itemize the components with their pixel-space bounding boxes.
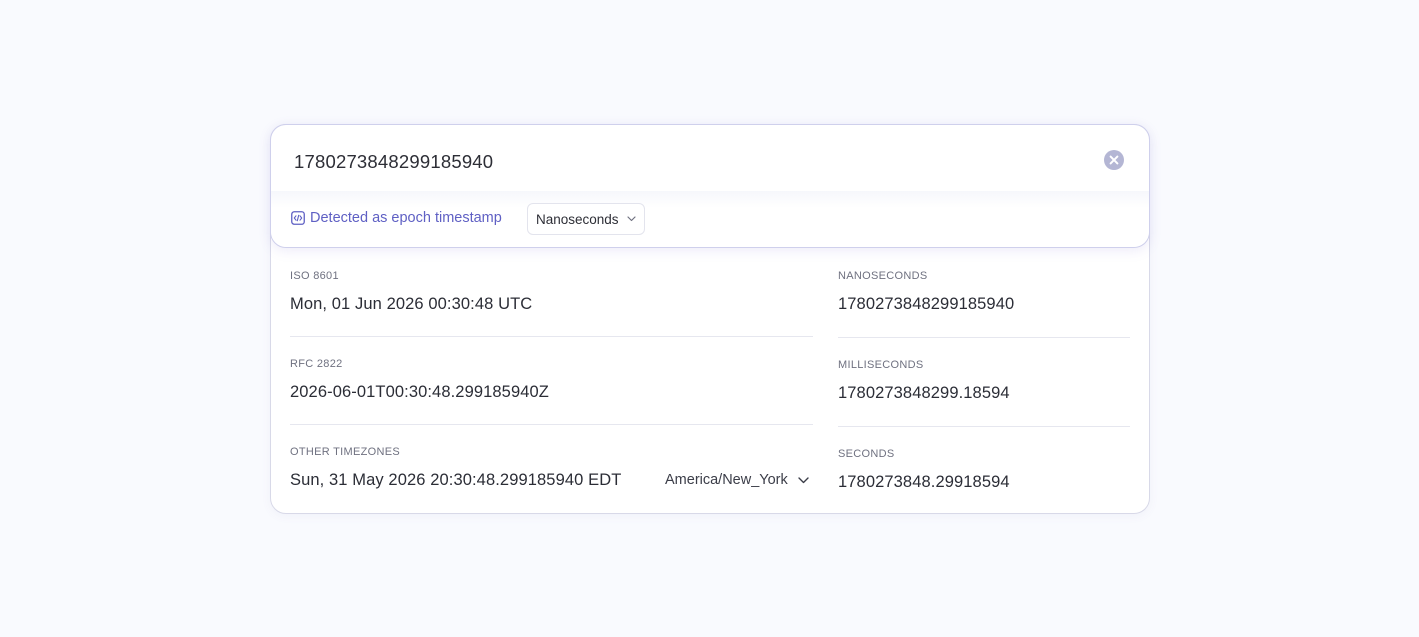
rfc-2822-value: 2026-06-01T00:30:48.299185940Z bbox=[290, 383, 549, 401]
close-circle-icon bbox=[1109, 155, 1119, 165]
detection-label: Detected as epoch timestamp bbox=[310, 210, 502, 226]
seconds-value: 1780273848.29918594 bbox=[838, 473, 1010, 491]
nanoseconds-value: 1780273848299185940 bbox=[838, 295, 1015, 313]
nanoseconds-label: NANOSECONDS bbox=[838, 270, 928, 282]
timestamp-input[interactable] bbox=[294, 147, 1094, 177]
milliseconds-label: MILLISECONDS bbox=[838, 359, 924, 371]
chevron-down-icon bbox=[798, 477, 809, 484]
code-icon bbox=[291, 211, 305, 225]
iso-8601-value: Mon, 01 Jun 2026 00:30:48 UTC bbox=[290, 295, 533, 313]
unit-select-value: Nanoseconds bbox=[536, 212, 619, 227]
other-timezones-label: OTHER TIMEZONES bbox=[290, 446, 401, 458]
detection-row: Detected as epoch timestamp Nanoseconds bbox=[271, 191, 1149, 247]
timestamp-converter-card: Detected as epoch timestamp Nanoseconds … bbox=[270, 124, 1150, 514]
milliseconds-value: 1780273848299.18594 bbox=[838, 384, 1010, 402]
divider bbox=[290, 336, 813, 337]
timezone-select-value: America/New_York bbox=[665, 472, 788, 488]
input-panel: Detected as epoch timestamp Nanoseconds bbox=[270, 124, 1150, 248]
iso-8601-label: ISO 8601 bbox=[290, 270, 339, 282]
timezone-select[interactable]: America/New_York bbox=[665, 471, 813, 491]
unit-select[interactable]: Nanoseconds bbox=[527, 203, 645, 235]
divider bbox=[838, 426, 1130, 427]
other-timezone-value: Sun, 31 May 2026 20:30:48.299185940 EDT bbox=[290, 471, 622, 489]
divider bbox=[290, 424, 813, 425]
divider bbox=[838, 337, 1130, 338]
rfc-2822-label: RFC 2822 bbox=[290, 358, 343, 370]
seconds-label: SECONDS bbox=[838, 448, 895, 460]
clear-input-button[interactable] bbox=[1104, 150, 1124, 170]
chevron-down-icon bbox=[627, 216, 636, 222]
